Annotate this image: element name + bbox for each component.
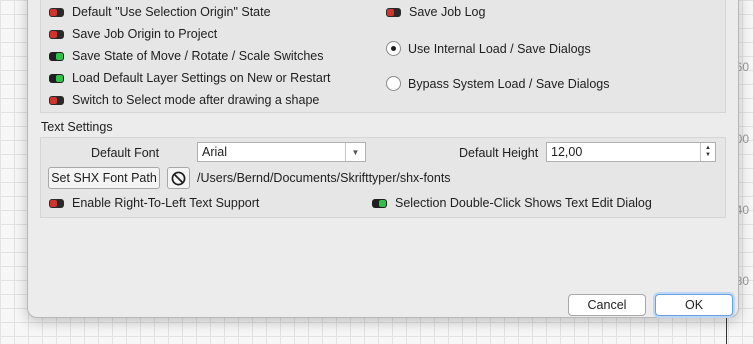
default-height-label: Default Height: [459, 146, 539, 160]
toggle-switch[interactable]: [49, 51, 64, 61]
switch-row-rtl-support[interactable]: Enable Right-To-Left Text Support: [49, 196, 259, 210]
clear-path-button[interactable]: [167, 167, 190, 189]
toggle-switch[interactable]: [386, 7, 401, 17]
default-height-value[interactable]: 12,00: [551, 145, 582, 159]
switch-row-dblclick-edit[interactable]: Selection Double-Click Shows Text Edit D…: [372, 196, 652, 210]
radio-button[interactable]: [386, 41, 401, 56]
toggle-switch[interactable]: [49, 95, 64, 105]
radio-label: Bypass System Load / Save Dialogs: [408, 76, 610, 91]
toggle-switch[interactable]: [49, 7, 64, 17]
switch-row-save-job-log[interactable]: Save Job Log: [386, 5, 485, 19]
chevron-down-icon[interactable]: ▼: [345, 143, 365, 161]
cancel-button[interactable]: Cancel: [568, 294, 646, 316]
radio-button[interactable]: [386, 76, 401, 91]
toggle-switch[interactable]: [49, 198, 64, 208]
shx-font-path: /Users/Bernd/Documents/Skrifttyper/shx-f…: [197, 171, 451, 185]
switch-label: Save Job Log: [409, 5, 486, 19]
prohibited-icon: [171, 171, 186, 185]
radio-bypass-system-dialogs[interactable]: Bypass System Load / Save Dialogs: [386, 76, 610, 91]
switch-label: Save Job Origin to Project: [72, 27, 218, 41]
text-settings-group: Default Font Arial ▼ Default Height 12,0…: [40, 137, 726, 218]
default-font-dropdown[interactable]: Arial ▼: [197, 142, 366, 162]
switch-label: Selection Double-Click Shows Text Edit D…: [395, 196, 652, 210]
ok-button[interactable]: OK: [655, 294, 733, 316]
switch-label: Save State of Move / Rotate / Scale Swit…: [72, 49, 324, 63]
canvas-edge-line: [726, 318, 727, 344]
height-stepper[interactable]: ▲ ▼: [700, 143, 715, 161]
toggle-switch[interactable]: [49, 29, 64, 39]
settings-dialog: Default "Use Selection Origin" State Sav…: [27, 0, 739, 318]
stepper-down-icon[interactable]: ▼: [705, 152, 711, 159]
switch-row-save-move-rotate-scale[interactable]: Save State of Move / Rotate / Scale Swit…: [49, 49, 324, 63]
switch-row-load-default-layer[interactable]: Load Default Layer Settings on New or Re…: [49, 71, 330, 85]
switch-label: Load Default Layer Settings on New or Re…: [72, 71, 331, 85]
stepper-up-icon[interactable]: ▲: [705, 145, 711, 152]
radio-label: Use Internal Load / Save Dialogs: [408, 41, 591, 56]
switch-row-save-job-origin[interactable]: Save Job Origin to Project: [49, 27, 217, 41]
general-settings-group: Default "Use Selection Origin" State Sav…: [40, 0, 726, 113]
default-font-value: Arial: [202, 145, 228, 159]
switch-row-select-mode-after-draw[interactable]: Switch to Select mode after drawing a sh…: [49, 93, 319, 107]
default-font-label: Default Font: [91, 146, 160, 160]
toggle-switch[interactable]: [372, 198, 387, 208]
text-settings-title: Text Settings: [41, 120, 113, 134]
switch-row-use-selection-origin[interactable]: Default "Use Selection Origin" State: [49, 5, 271, 19]
radio-use-internal-dialogs[interactable]: Use Internal Load / Save Dialogs: [386, 41, 591, 56]
toggle-switch[interactable]: [49, 73, 64, 83]
switch-label: Default "Use Selection Origin" State: [72, 5, 271, 19]
default-height-field[interactable]: 12,00 ▲ ▼: [546, 142, 716, 162]
set-shx-font-path-button[interactable]: Set SHX Font Path: [48, 167, 160, 189]
switch-label: Enable Right-To-Left Text Support: [72, 196, 260, 210]
switch-label: Switch to Select mode after drawing a sh…: [72, 93, 320, 107]
